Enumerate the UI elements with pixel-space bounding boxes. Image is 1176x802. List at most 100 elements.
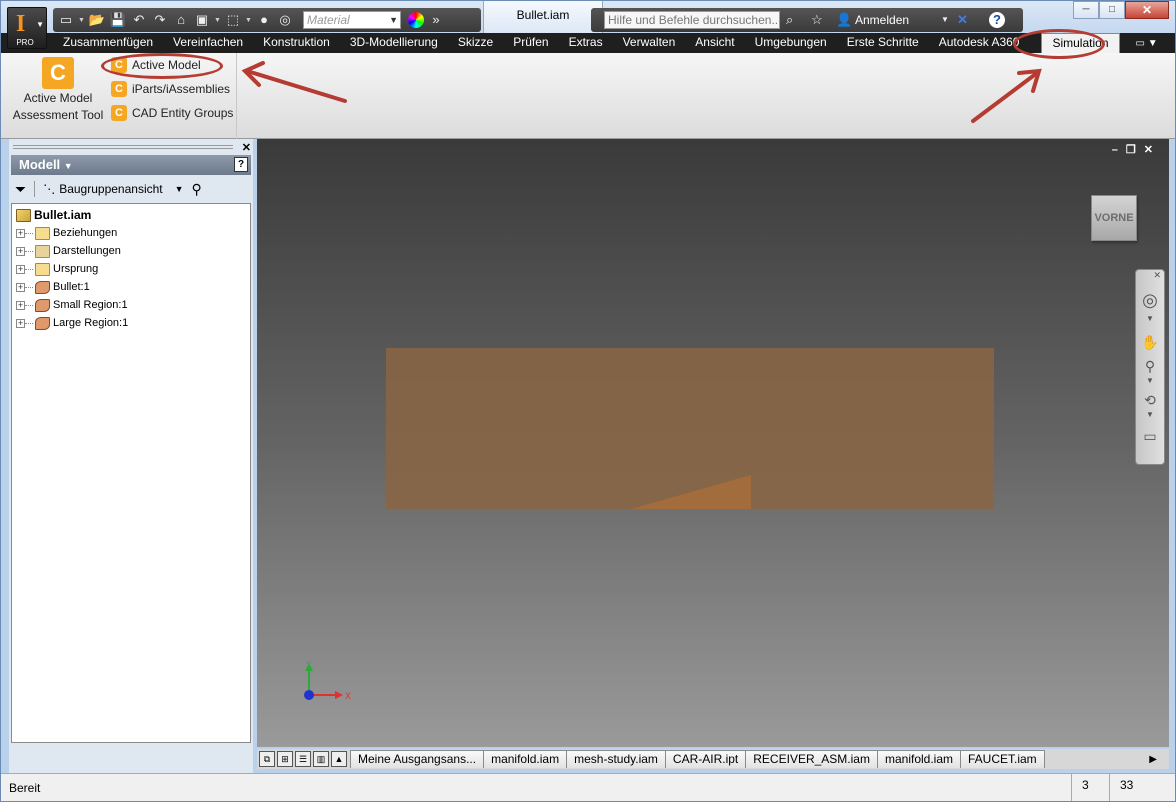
- help-icon[interactable]: ?: [989, 12, 1005, 28]
- appearance-icon[interactable]: [408, 12, 424, 28]
- ribbon-options-icon[interactable]: ▭ ▼: [1136, 38, 1158, 49]
- maximize-button[interactable]: □: [1099, 1, 1125, 19]
- expand-icon[interactable]: +: [16, 228, 25, 238]
- chevron-down-icon[interactable]: ▼: [1136, 410, 1164, 419]
- ribbon-tabs: Zusammenfügen Vereinfachen Konstruktion …: [1, 33, 1175, 53]
- tree-item[interactable]: + Darstellungen: [12, 242, 250, 260]
- steering-wheel-icon[interactable]: ◎: [1136, 290, 1164, 311]
- tree-connector: [25, 286, 33, 288]
- doc-tab[interactable]: CAR-AIR.ipt: [664, 750, 747, 768]
- x-axis-arrow: [335, 691, 343, 699]
- tab-konstruktion[interactable]: Konstruktion: [253, 33, 340, 53]
- doc-tab[interactable]: Meine Ausgangsans...: [350, 750, 485, 768]
- application-menu-button[interactable]: I ▼ PRO: [7, 7, 47, 49]
- select-dropdown-icon[interactable]: ▼: [245, 17, 252, 24]
- view-select[interactable]: ⋱ Baugruppenansicht ▼: [43, 182, 183, 196]
- tab-autodesk-a360[interactable]: Autodesk A360: [929, 33, 1030, 53]
- iparts-iassemblies-button[interactable]: C iParts/iAssemblies: [111, 78, 230, 100]
- panel-grip[interactable]: [13, 145, 233, 149]
- exchange-icon[interactable]: ✕: [957, 11, 968, 29]
- star-icon[interactable]: ☆: [811, 11, 823, 29]
- doc-tab[interactable]: RECEIVER_ASM.iam: [745, 750, 878, 768]
- save-icon[interactable]: 💾: [109, 11, 127, 29]
- chevron-down-icon[interactable]: ▼: [1136, 314, 1164, 323]
- tile-vertical-icon[interactable]: ▥: [313, 751, 329, 767]
- tree-root[interactable]: Bullet.iam: [12, 206, 250, 224]
- expand-icon[interactable]: +: [16, 282, 25, 292]
- tile-grid-icon[interactable]: ⊞: [277, 751, 293, 767]
- minimize-icon[interactable]: –: [1112, 144, 1126, 156]
- new-dropdown-icon[interactable]: ▼: [78, 17, 85, 24]
- tab-extras[interactable]: Extras: [559, 33, 613, 53]
- tab-ansicht[interactable]: Ansicht: [685, 33, 744, 53]
- close-icon[interactable]: ✕: [1136, 270, 1164, 281]
- restore-icon[interactable]: ❐: [1126, 144, 1144, 156]
- material-select[interactable]: Material ▼: [303, 11, 401, 29]
- minimize-button[interactable]: ─: [1073, 1, 1099, 19]
- pan-icon[interactable]: ✋: [1136, 334, 1164, 351]
- tab-vereinfachen[interactable]: Vereinfachen: [163, 33, 253, 53]
- expand-icon[interactable]: +: [16, 246, 25, 256]
- chevron-up-icon[interactable]: ▲: [331, 751, 347, 767]
- model-geometry[interactable]: [386, 348, 994, 509]
- tree-item[interactable]: + Beziehungen: [12, 224, 250, 242]
- doc-tab[interactable]: mesh-study.iam: [566, 750, 666, 768]
- chevron-right-icon[interactable]: ▶: [1149, 754, 1157, 765]
- active-model-button[interactable]: C Active Model: [111, 54, 201, 76]
- filter-icon[interactable]: ⏷: [15, 181, 26, 198]
- chevron-down-icon[interactable]: ▼: [1136, 376, 1164, 385]
- material-icon[interactable]: ◎: [276, 11, 294, 29]
- user-icon[interactable]: 👤: [836, 11, 852, 29]
- image-dropdown-icon[interactable]: ▼: [214, 17, 221, 24]
- tree-item[interactable]: + Bullet:1: [12, 278, 250, 296]
- undo-icon[interactable]: ↶: [130, 11, 148, 29]
- binoculars-icon[interactable]: ⚲: [192, 181, 202, 198]
- viewcube[interactable]: VORNE: [1091, 195, 1137, 241]
- cascade-windows-icon[interactable]: ⧉: [259, 751, 275, 767]
- tree-item[interactable]: + Large Region:1: [12, 314, 250, 332]
- new-icon[interactable]: ▭: [57, 11, 75, 29]
- tab-skizze[interactable]: Skizze: [448, 33, 503, 53]
- doc-tab[interactable]: manifold.iam: [876, 750, 961, 768]
- doc-tab[interactable]: FAUCET.iam: [960, 750, 1045, 768]
- expand-icon[interactable]: »: [427, 11, 445, 29]
- expand-icon[interactable]: +: [16, 264, 25, 274]
- signin-dropdown-icon[interactable]: ▼: [941, 11, 949, 29]
- graphics-viewport[interactable]: –❐✕ VORNE ✕ ◎ ▼ ✋ ⚲ ▼ ⟲ ▼ ▭ Y X: [257, 139, 1169, 747]
- signin-button[interactable]: Anmelden: [855, 11, 909, 29]
- doc-tab[interactable]: manifold.iam: [483, 750, 568, 768]
- look-at-icon[interactable]: ▭: [1136, 428, 1164, 445]
- zoom-icon[interactable]: ⚲: [1136, 358, 1164, 375]
- home-icon[interactable]: ⌂: [172, 11, 190, 29]
- orbit-icon[interactable]: ⟲: [1136, 392, 1164, 409]
- active-model-assessment-tool-button[interactable]: C Active Model Assessment Tool: [11, 57, 105, 123]
- expand-icon[interactable]: +: [16, 318, 25, 328]
- tab-simulation[interactable]: Simulation: [1041, 33, 1120, 53]
- expand-icon[interactable]: +: [16, 300, 25, 310]
- cad-entity-groups-button[interactable]: C CAD Entity Groups: [111, 102, 233, 124]
- browser-header[interactable]: Modell ▼ ?: [11, 155, 251, 175]
- tree-item[interactable]: + Ursprung: [12, 260, 250, 278]
- close-icon[interactable]: ✕: [1144, 144, 1161, 156]
- tab-verwalten[interactable]: Verwalten: [613, 33, 686, 53]
- tab-pruefen[interactable]: Prüfen: [503, 33, 558, 53]
- navigation-bar: ✕ ◎ ▼ ✋ ⚲ ▼ ⟲ ▼ ▭: [1135, 269, 1165, 465]
- binoculars-icon[interactable]: ⌕: [786, 11, 793, 29]
- open-icon[interactable]: 📂: [88, 11, 106, 29]
- close-button[interactable]: ✕: [1125, 1, 1169, 19]
- status-count-a: 3: [1071, 774, 1089, 801]
- tab-erste-schritte[interactable]: Erste Schritte: [837, 33, 929, 53]
- tab-3d-modellierung[interactable]: 3D-Modellierung: [340, 33, 448, 53]
- search-input[interactable]: Hilfe und Befehle durchsuchen...: [604, 11, 780, 29]
- redo-icon[interactable]: ↷: [151, 11, 169, 29]
- tab-zusammenfuegen[interactable]: Zusammenfügen: [53, 33, 163, 53]
- select-icon[interactable]: ⬚: [224, 11, 242, 29]
- help-icon[interactable]: ?: [234, 157, 248, 172]
- tab-umgebungen[interactable]: Umgebungen: [745, 33, 837, 53]
- properties-icon[interactable]: ●: [255, 11, 273, 29]
- tree-item[interactable]: + Small Region:1: [12, 296, 250, 314]
- image-icon[interactable]: ▣: [193, 11, 211, 29]
- close-icon[interactable]: ✕: [242, 141, 251, 154]
- tree-item-label: Beziehungen: [53, 227, 118, 239]
- tile-horizontal-icon[interactable]: ☰: [295, 751, 311, 767]
